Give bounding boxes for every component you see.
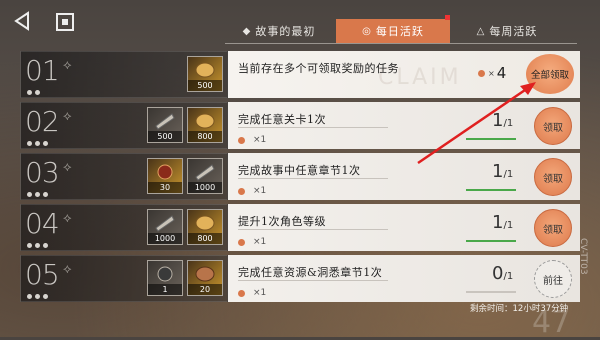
claim-all-panel: CLAIM 当前存在多个可领取奖励的任务 × 4 全部领取 [228,51,580,98]
ticket-icon [155,113,175,130]
claim-all-button[interactable]: 全部领取 [526,54,574,94]
tab-divider [225,43,577,44]
ticket-icon [155,215,175,232]
tab-label: 故事的最初 [255,25,316,38]
task-reward: ×1 [238,135,266,145]
reward-item[interactable]: 800 [187,107,223,143]
task-progress: 1/1 [492,161,514,182]
activity-tabs: ◆ 故事的最初 ◎ 每日活跃 △ 每周活跃 [222,15,564,43]
reward-item[interactable]: 20 [187,260,223,296]
coin-icon [195,62,215,78]
go-button[interactable]: 前往 [534,260,572,298]
task-title: 完成任意资源&洞悉章节1次 [238,266,383,279]
diamond-icon: ◆ [242,25,252,37]
progress-bar [466,291,516,293]
task-progress: 0/1 [492,263,514,284]
task-progress: 1/1 [492,212,514,233]
task-panel: 完成任意关卡1次 ×1 1/1 领取 [228,102,580,149]
reward-list: 1 20 [147,260,223,296]
task-reward: ×1 [238,186,266,196]
target-icon: ◎ [362,25,372,37]
task-list: 01 ⟡ 500 CLAIM 当前存在多个可领取奖励的任务 × 4 全部领取 0… [20,51,580,306]
row-number: 04 [25,207,60,240]
row-number: 01 [25,54,60,87]
token-icon [238,289,245,297]
row-left-panel: 02 ⟡ 500 800 [20,102,228,149]
wing-icon: ⟡ [63,160,72,175]
corner-number: 47 [532,305,571,340]
wing-icon: ⟡ [63,109,72,124]
task-panel: 完成故事中任意章节1次 ×1 1/1 领取 [228,153,580,200]
claim-button[interactable]: 领取 [534,209,572,247]
row-number: 03 [25,156,60,189]
triangle-icon: △ [476,25,486,37]
task-title: 当前存在多个可领取奖励的任务 [238,62,399,75]
gem-icon [157,164,173,180]
task-row: 04 ⟡ 1000 800 提升1次角色等级 ×1 1/1 领取 [20,204,580,251]
claim-all-row: 01 ⟡ 500 CLAIM 当前存在多个可领取奖励的任务 × 4 全部领取 [20,51,580,98]
claim-button[interactable]: 领取 [534,158,572,196]
coin-icon [195,266,215,282]
side-code: CV-TT03 [578,238,588,275]
tab-weekly-active[interactable]: △ 每周活跃 [450,19,564,43]
wing-icon: ⟡ [63,262,72,277]
task-reward: ×1 [238,288,266,298]
token-icon [238,187,245,195]
row-number: 02 [25,105,60,138]
home-icon[interactable] [56,13,74,31]
task-reward: ×1 [238,237,266,247]
crest-icon [157,266,173,282]
task-title: 完成任意关卡1次 [238,113,326,126]
wing-icon: ⟡ [63,58,72,73]
row-dots [27,90,40,95]
coin-icon [195,113,215,129]
token-icon [238,136,245,144]
progress-bar [466,138,516,140]
reward-list: 1000 800 [147,209,223,245]
reward-list: 30 1000 [147,158,223,194]
back-arrow-icon[interactable] [12,10,34,32]
task-panel: 提升1次角色等级 ×1 1/1 领取 [228,204,580,251]
claim-button[interactable]: 领取 [534,107,572,145]
tab-story-start[interactable]: ◆ 故事的最初 [222,19,336,43]
tab-label: 每周活跃 [489,25,538,38]
ticket-icon [195,164,215,181]
tab-daily-active[interactable]: ◎ 每日活跃 [336,15,450,43]
reward-item[interactable]: 800 [187,209,223,245]
token-icon [478,69,485,77]
row-number: 05 [25,258,60,291]
row-left-panel: 01 ⟡ 500 [20,51,228,98]
reward-quantity: 500 [188,80,222,91]
reward-item[interactable]: 30 [147,158,183,194]
reward-item[interactable]: 1 [147,260,183,296]
wing-icon: ⟡ [63,211,72,226]
reward-item[interactable]: 1000 [187,158,223,194]
tab-label: 每日活跃 [375,25,424,38]
reward-list: 500 800 [147,107,223,143]
row-left-panel: 03 ⟡ 30 1000 [20,153,228,200]
reward-list: 500 [187,56,223,92]
claimable-count: × 4 [478,64,506,82]
task-panel: 完成任意资源&洞悉章节1次 ×1 0/1 前往 [228,255,580,302]
task-title: 完成故事中任意章节1次 [238,164,361,177]
reward-item[interactable]: 500 [147,107,183,143]
coin-icon [195,215,215,231]
reward-item[interactable]: 1000 [147,209,183,245]
row-left-panel: 05 ⟡ 1 20 [20,255,228,302]
row-left-panel: 04 ⟡ 1000 800 [20,204,228,251]
task-row: 05 ⟡ 1 20 完成任意资源&洞悉章节1次 ×1 0/1 前往 [20,255,580,302]
progress-bar [466,240,516,242]
task-progress: 1/1 [492,110,514,131]
reward-item[interactable]: 500 [187,56,223,92]
task-row: 02 ⟡ 500 800 完成任意关卡1次 ×1 1/1 领取 [20,102,580,149]
token-icon [238,238,245,246]
task-row: 03 ⟡ 30 1000 完成故事中任意章节1次 ×1 1/1 领取 [20,153,580,200]
task-title: 提升1次角色等级 [238,215,326,228]
progress-bar [466,189,516,191]
